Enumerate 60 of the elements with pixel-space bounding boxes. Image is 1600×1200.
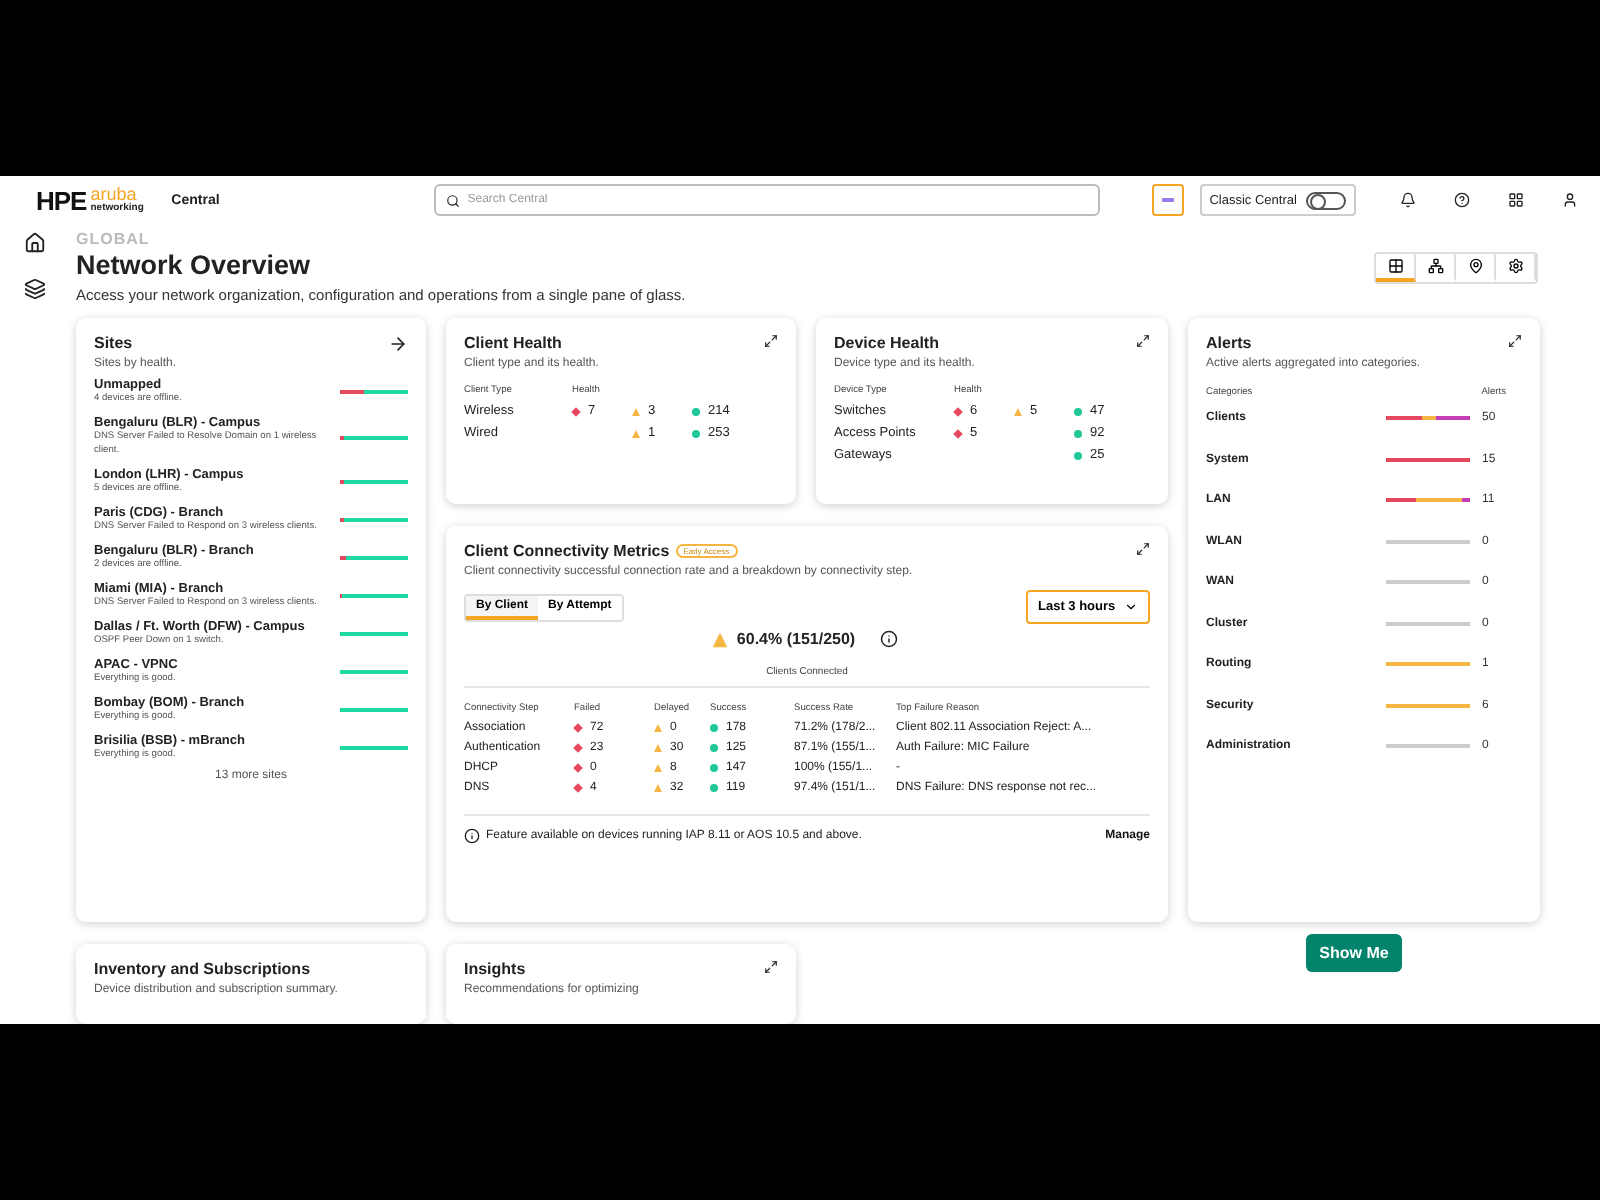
card-title: Client Health: [464, 334, 564, 352]
chevron-down-icon: [1124, 600, 1138, 614]
health-bar: [340, 556, 408, 561]
card-title: Sites: [94, 334, 135, 352]
alert-bar: [1386, 662, 1470, 667]
alert-bar: [1386, 703, 1470, 708]
status-icon: [953, 406, 963, 416]
info-icon[interactable]: [879, 630, 898, 648]
arrow-right-icon[interactable]: [388, 334, 408, 354]
page-title: Network Overview: [76, 250, 313, 280]
grid-icon: [1387, 258, 1403, 274]
search-icon: [445, 193, 460, 207]
status-icon: [632, 407, 640, 415]
expand-icon[interactable]: [1136, 334, 1150, 348]
summary-value: 60.4% (151/250): [736, 630, 856, 648]
settings-icon: [1507, 258, 1523, 274]
status-icon: [692, 407, 700, 415]
map-pin-icon: [1467, 258, 1483, 274]
status-icon: [692, 429, 700, 437]
home-icon[interactable]: [23, 232, 45, 254]
alert-bar: [1386, 416, 1470, 421]
expand-icon[interactable]: [1508, 334, 1522, 348]
alert-bar: [1386, 498, 1470, 503]
alert-bar: [1386, 539, 1470, 544]
info-icon: [464, 828, 480, 844]
expand-icon[interactable]: [1136, 542, 1150, 556]
status-icon: [1074, 429, 1082, 437]
warning-icon: [713, 631, 729, 647]
alert-bar: [1386, 744, 1470, 749]
alert-bar: [1386, 621, 1470, 626]
switch[interactable]: [1305, 191, 1346, 209]
layers-icon[interactable]: [23, 278, 45, 300]
card-title: Device Health: [834, 334, 941, 352]
status-icon: [571, 406, 581, 416]
show-me-button[interactable]: Show Me: [1305, 934, 1403, 972]
card-title: Alerts: [1206, 334, 1254, 352]
status-icon: [1014, 407, 1022, 415]
health-bar: [340, 435, 408, 440]
app-button[interactable]: [1151, 184, 1184, 216]
health-bar: [340, 480, 408, 485]
health-bar: [340, 708, 408, 713]
health-bar: [340, 670, 408, 675]
alert-bar: [1386, 457, 1470, 462]
card-title: Client Connectivity Metrics: [464, 542, 670, 560]
health-bar: [340, 390, 408, 395]
status-icon: [953, 428, 963, 438]
expand-icon[interactable]: [764, 334, 778, 348]
view-button[interactable]: [1376, 254, 1416, 282]
health-bar: [340, 632, 408, 637]
health-bar: [340, 594, 408, 599]
card-title: Insights: [464, 960, 528, 978]
status-icon: [1074, 407, 1082, 415]
scope-label: GLOBAL: [76, 230, 152, 248]
alert-bar: [1386, 580, 1470, 585]
expand-icon[interactable]: [764, 960, 778, 974]
status-icon: [632, 429, 640, 437]
health-bar: [340, 518, 408, 523]
hierarchy-icon: [1427, 258, 1443, 274]
card-title: Inventory and Subscriptions: [94, 960, 313, 978]
status-icon: [1074, 451, 1082, 459]
